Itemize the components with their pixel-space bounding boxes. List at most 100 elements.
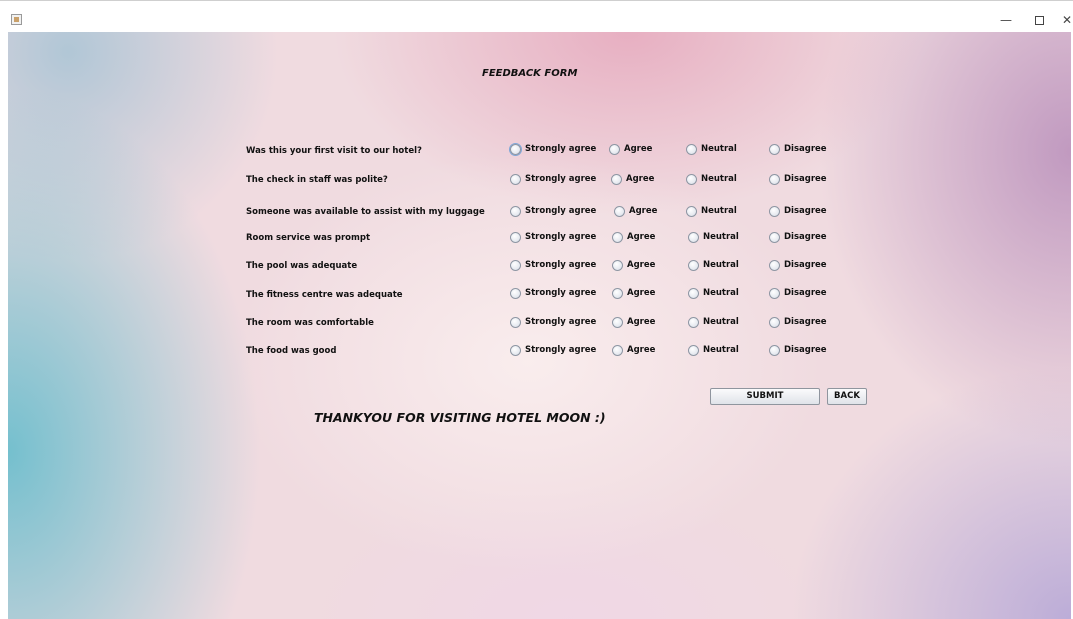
minimize-button[interactable]: — (996, 10, 1016, 30)
radio-button-icon[interactable] (769, 259, 780, 271)
radio-button-icon[interactable] (612, 259, 623, 271)
radio-button-icon[interactable] (769, 173, 780, 185)
maximize-icon (1034, 16, 1044, 25)
radio-neutral[interactable]: Neutral (686, 142, 737, 156)
radio-button-icon[interactable] (769, 316, 780, 328)
radio-label: Strongly agree (525, 345, 597, 355)
question-label: The food was good (246, 346, 337, 356)
radio-button-icon[interactable] (609, 143, 620, 155)
radio-label: Agree (627, 232, 656, 242)
radio-button-icon[interactable] (510, 316, 521, 328)
radio-button-icon[interactable] (688, 259, 699, 271)
radio-strongly-agree[interactable]: Strongly agree (510, 315, 596, 329)
radio-neutral[interactable]: Neutral (688, 258, 739, 272)
radio-button-icon[interactable] (510, 205, 521, 217)
radio-neutral[interactable]: Neutral (688, 343, 739, 357)
radio-label: Neutral (701, 206, 737, 216)
maximize-button[interactable] (1029, 10, 1049, 30)
radio-strongly-agree[interactable]: Strongly agree (510, 142, 596, 156)
radio-strongly-agree[interactable]: Strongly agree (510, 230, 596, 244)
radio-button-icon[interactable] (612, 344, 623, 356)
radio-agree[interactable]: Agree (612, 343, 655, 357)
question-label: The pool was adequate (246, 261, 358, 271)
radio-label: Disagree (784, 345, 827, 355)
radio-agree[interactable]: Agree (609, 142, 652, 156)
radio-agree[interactable]: Agree (611, 172, 654, 186)
radio-disagree[interactable]: Disagree (769, 258, 827, 272)
radio-button-icon[interactable] (769, 143, 780, 155)
radio-disagree[interactable]: Disagree (769, 204, 827, 218)
radio-label: Strongly agree (525, 174, 597, 184)
radio-strongly-agree[interactable]: Strongly agree (510, 172, 596, 186)
radio-label: Strongly agree (525, 232, 597, 242)
radio-button-icon[interactable] (686, 205, 697, 217)
radio-button-icon[interactable] (688, 316, 699, 328)
radio-button-icon[interactable] (510, 287, 521, 299)
radio-button-icon[interactable] (688, 231, 699, 243)
radio-label: Disagree (784, 174, 827, 184)
question-label: The fitness centre was adequate (246, 290, 403, 300)
radio-label: Strongly agree (525, 260, 597, 270)
radio-disagree[interactable]: Disagree (769, 343, 827, 357)
radio-strongly-agree[interactable]: Strongly agree (510, 258, 596, 272)
radio-disagree[interactable]: Disagree (769, 142, 827, 156)
radio-strongly-agree[interactable]: Strongly agree (510, 204, 596, 218)
radio-button-icon[interactable] (686, 173, 697, 185)
radio-neutral[interactable]: Neutral (686, 172, 737, 186)
radio-agree[interactable]: Agree (614, 204, 657, 218)
form-title: FEEDBACK FORM (482, 68, 578, 79)
radio-label: Neutral (703, 345, 739, 355)
radio-button-icon[interactable] (510, 344, 521, 356)
radio-label: Disagree (784, 317, 827, 327)
radio-label: Disagree (784, 232, 827, 242)
radio-button-icon[interactable] (769, 231, 780, 243)
back-button[interactable]: BACK (827, 388, 867, 405)
radio-disagree[interactable]: Disagree (769, 230, 827, 244)
radio-label: Agree (627, 317, 656, 327)
radio-neutral[interactable]: Neutral (688, 230, 739, 244)
radio-label: Agree (629, 206, 658, 216)
radio-button-icon[interactable] (769, 205, 780, 217)
radio-button-icon[interactable] (611, 173, 622, 185)
radio-button-icon[interactable] (510, 173, 521, 185)
radio-agree[interactable]: Agree (612, 286, 655, 300)
question-label: Someone was available to assist with my … (246, 207, 485, 217)
radio-agree[interactable]: Agree (612, 315, 655, 329)
radio-agree[interactable]: Agree (612, 230, 655, 244)
radio-button-icon[interactable] (769, 344, 780, 356)
radio-button-icon[interactable] (612, 316, 623, 328)
radio-button-icon[interactable] (510, 259, 521, 271)
radio-button-icon[interactable] (510, 143, 521, 155)
radio-button-icon[interactable] (612, 231, 623, 243)
radio-label: Agree (626, 174, 655, 184)
radio-label: Strongly agree (525, 317, 597, 327)
submit-button[interactable]: SUBMIT (710, 388, 820, 405)
radio-button-icon[interactable] (510, 231, 521, 243)
radio-strongly-agree[interactable]: Strongly agree (510, 286, 596, 300)
radio-label: Agree (627, 260, 656, 270)
radio-agree[interactable]: Agree (612, 258, 655, 272)
radio-button-icon[interactable] (688, 287, 699, 299)
radio-button-icon[interactable] (769, 287, 780, 299)
radio-button-icon[interactable] (686, 143, 697, 155)
radio-label: Agree (627, 345, 656, 355)
radio-neutral[interactable]: Neutral (686, 204, 737, 218)
radio-button-icon[interactable] (614, 205, 625, 217)
radio-button-icon[interactable] (688, 344, 699, 356)
radio-disagree[interactable]: Disagree (769, 315, 827, 329)
radio-label: Disagree (784, 260, 827, 270)
thank-you-message: THANKYOU FOR VISITING HOTEL MOON :) (314, 410, 606, 425)
question-label: The check in staff was polite? (246, 175, 388, 185)
question-label: Was this your first visit to our hotel? (246, 146, 422, 156)
radio-disagree[interactable]: Disagree (769, 172, 827, 186)
radio-label: Strongly agree (525, 288, 597, 298)
radio-strongly-agree[interactable]: Strongly agree (510, 343, 596, 357)
radio-label: Neutral (703, 232, 739, 242)
radio-neutral[interactable]: Neutral (688, 315, 739, 329)
radio-button-icon[interactable] (612, 287, 623, 299)
window-titlebar: — ✕ (0, 0, 1073, 32)
radio-neutral[interactable]: Neutral (688, 286, 739, 300)
radio-disagree[interactable]: Disagree (769, 286, 827, 300)
close-button[interactable]: ✕ (1057, 10, 1073, 30)
radio-label: Agree (627, 288, 656, 298)
